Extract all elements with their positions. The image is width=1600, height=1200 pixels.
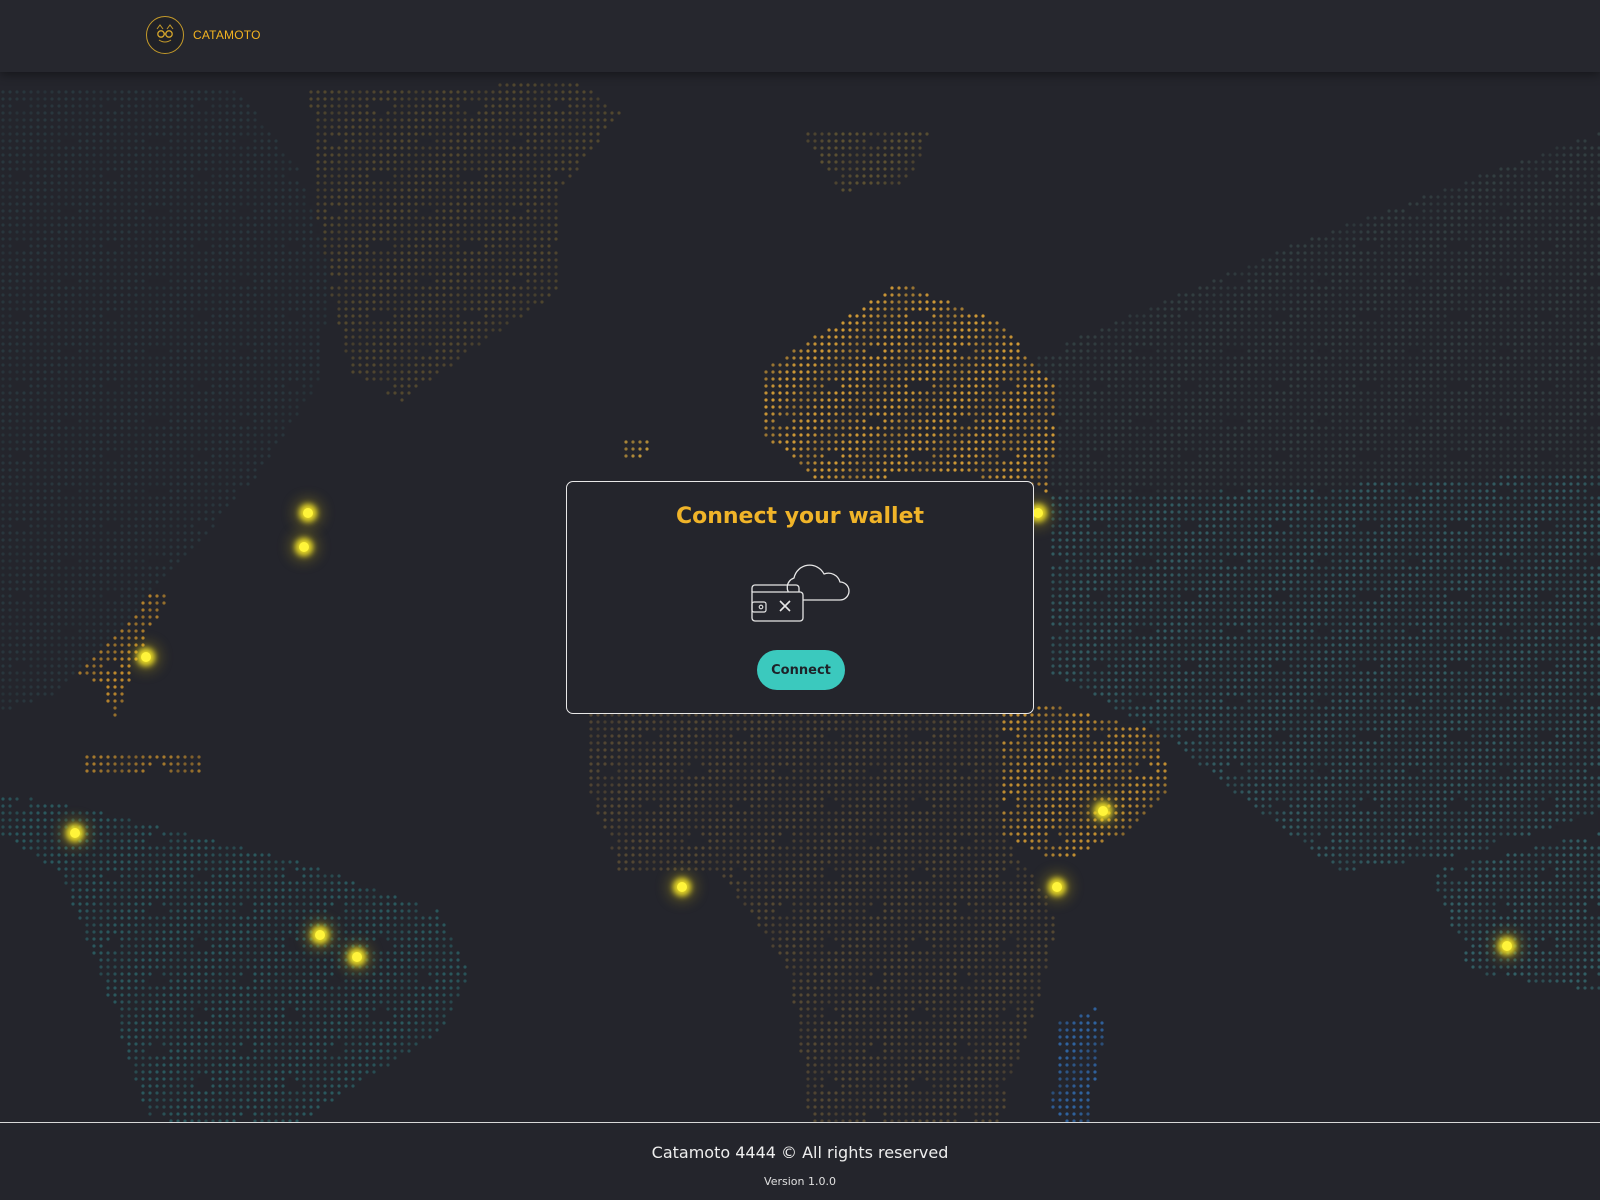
brand-link[interactable]: CATAMOTO (146, 15, 261, 55)
top-header: CATAMOTO (0, 0, 1600, 72)
page-footer: Catamoto 4444 © All rights reserved Vers… (0, 1122, 1600, 1200)
map-hotspot (70, 828, 80, 838)
brand-name: CATAMOTO (193, 28, 261, 42)
connect-button[interactable]: Connect (757, 650, 845, 690)
connect-wallet-modal: Connect your wallet Connect (566, 481, 1034, 714)
copyright-text: Catamoto 4444 © All rights reserved (651, 1143, 949, 1162)
map-hotspot (141, 652, 151, 662)
modal-title: Connect your wallet (675, 504, 925, 529)
wallet-cloud-disconnected-icon (750, 552, 854, 628)
map-hotspot (1052, 882, 1062, 892)
map-hotspot (1098, 806, 1108, 816)
map-hotspot (315, 930, 325, 940)
cat-logo-icon (146, 16, 184, 54)
map-hotspot (303, 508, 313, 518)
map-hotspot (299, 542, 309, 552)
map-hotspot (352, 952, 362, 962)
map-hotspot (1502, 941, 1512, 951)
map-hotspot (1033, 508, 1043, 518)
version-text: Version 1.0.0 (764, 1175, 836, 1188)
map-hotspot (677, 882, 687, 892)
